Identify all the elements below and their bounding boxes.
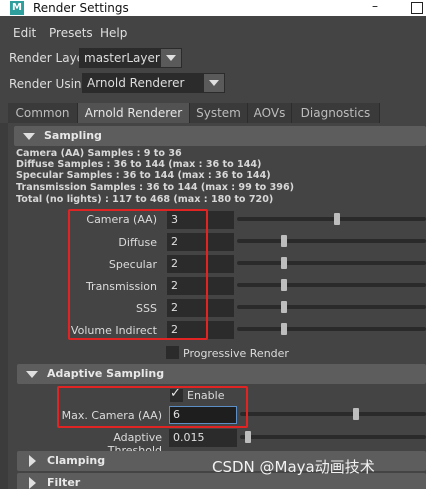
menu-bar: Edit Presets Help — [0, 24, 426, 42]
render-using-dropdown[interactable]: Arnold Renderer — [82, 73, 225, 93]
tab-system[interactable]: System — [190, 103, 248, 123]
volume-indirect-label: Volume Indirect — [70, 324, 157, 337]
tab-common[interactable]: Common — [8, 103, 78, 123]
sampling-section-header[interactable]: Sampling — [14, 126, 426, 146]
diffuse-slider[interactable] — [237, 239, 426, 243]
menu-presets[interactable]: Presets — [49, 24, 93, 42]
info-total: Total (no lights) : 117 to 468 (max : 18… — [16, 194, 274, 205]
info-transmission-samples: Transmission Samples : 36 to 144 (max : … — [16, 182, 295, 193]
camera-aa-slider[interactable] — [237, 217, 426, 221]
camera-aa-slider-handle[interactable] — [334, 213, 340, 225]
render-layer-label: Render Layer — [9, 51, 89, 65]
sampling-header-label: Sampling — [44, 129, 102, 142]
clamping-header-label: Clamping — [47, 454, 106, 467]
max-camera-aa-slider[interactable] — [240, 412, 426, 416]
render-using-label: Render Using — [9, 77, 90, 91]
title-bar: M Render Settings – — [0, 0, 426, 16]
menu-edit[interactable]: Edit — [13, 24, 36, 42]
render-layer-value: masterLayer — [84, 51, 160, 65]
volume-indirect-slider-handle[interactable] — [281, 323, 287, 335]
maximize-icon[interactable] — [411, 2, 423, 14]
maya-app-icon: M — [10, 1, 24, 15]
adaptive-sampling-section-header[interactable]: Adaptive Sampling — [17, 364, 426, 384]
tab-aovs[interactable]: AOVs — [248, 103, 292, 123]
adaptive-threshold-input[interactable]: 0.015 — [169, 429, 237, 447]
filter-header-label: Filter — [47, 476, 81, 489]
render-layer-dropdown[interactable]: masterLayer — [79, 48, 182, 68]
specular-input[interactable]: 2 — [167, 255, 234, 273]
transmission-slider-handle[interactable] — [281, 279, 287, 291]
menu-help[interactable]: Help — [100, 24, 127, 42]
transmission-slider[interactable] — [237, 283, 426, 287]
adaptive-threshold-slider-handle[interactable] — [245, 431, 251, 443]
specular-slider-handle[interactable] — [281, 257, 287, 269]
volume-indirect-input[interactable]: 2 — [167, 321, 234, 339]
chevron-down-icon — [161, 49, 181, 67]
volume-indirect-slider[interactable] — [237, 327, 426, 331]
max-camera-aa-slider-handle[interactable] — [353, 408, 359, 420]
info-camera-samples: Camera (AA) Samples : 9 to 36 — [16, 148, 182, 159]
sss-input[interactable]: 2 — [167, 299, 234, 317]
camera-aa-input[interactable]: 3 — [167, 211, 234, 229]
window-title: Render Settings — [33, 1, 129, 15]
max-camera-aa-label: Max. Camera (AA) — [61, 409, 162, 422]
diffuse-input[interactable]: 2 — [167, 233, 234, 251]
specular-label: Specular — [108, 258, 157, 271]
enable-checkbox[interactable] — [170, 386, 183, 402]
sss-slider-handle[interactable] — [281, 301, 287, 313]
progressive-render-checkbox[interactable] — [166, 346, 179, 359]
triangle-right-icon — [29, 455, 36, 467]
minimize-icon[interactable]: – — [368, 0, 382, 14]
max-camera-aa-input[interactable]: 6 — [169, 406, 237, 424]
transmission-label: Transmission — [85, 280, 157, 293]
triangle-right-icon — [29, 477, 36, 489]
diffuse-label: Diffuse — [118, 236, 157, 249]
watermark-text: CSDN @Maya动画技术 — [212, 458, 375, 476]
sss-slider[interactable] — [237, 305, 426, 309]
adaptive-threshold-slider[interactable] — [240, 435, 426, 439]
enable-label: Enable — [187, 389, 225, 402]
chevron-down-icon — [204, 74, 224, 92]
transmission-input[interactable]: 2 — [167, 277, 234, 295]
tab-arnold-renderer[interactable]: Arnold Renderer — [78, 103, 190, 123]
sss-label: SSS — [136, 302, 157, 315]
render-using-value: Arnold Renderer — [87, 76, 185, 90]
progressive-render-label: Progressive Render — [183, 347, 289, 360]
camera-aa-label: Camera (AA) — [86, 213, 157, 226]
adaptive-sampling-header-label: Adaptive Sampling — [47, 367, 165, 380]
specular-slider[interactable] — [237, 261, 426, 265]
triangle-down-icon — [26, 371, 38, 378]
info-specular-samples: Specular Samples : 36 to 144 (max : 36 t… — [16, 170, 271, 181]
diffuse-slider-handle[interactable] — [281, 235, 287, 247]
triangle-down-icon — [23, 133, 35, 140]
side-strip — [0, 123, 8, 489]
tab-bar: Common Arnold Renderer System AOVs Diagn… — [8, 103, 426, 123]
tab-diagnostics[interactable]: Diagnostics — [292, 103, 380, 123]
info-diffuse-samples: Diffuse Samples : 36 to 144 (max : 36 to… — [16, 159, 262, 170]
